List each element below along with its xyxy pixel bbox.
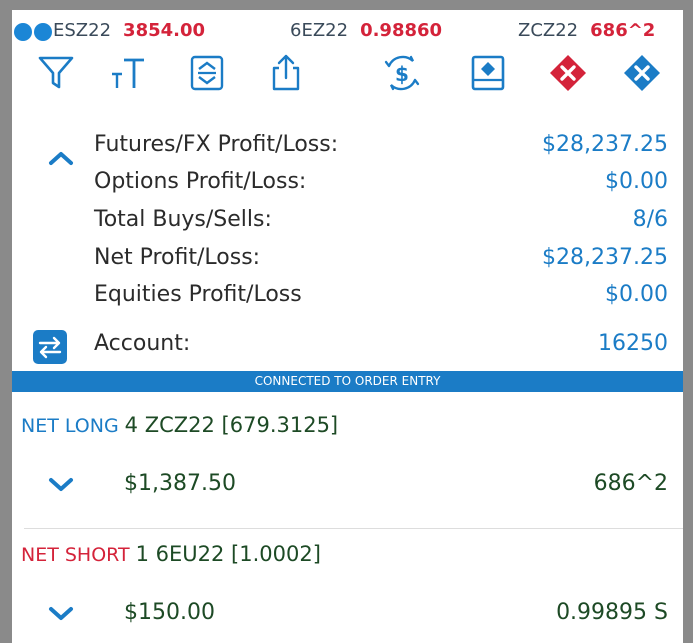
ticker-price: 3854.00 — [123, 20, 206, 41]
ticker-bar: ESZ22 3854.00 6EZ22 0.98860 ZCZ22 686^2 — [12, 10, 683, 48]
status-dot-icon — [14, 23, 32, 41]
summary-row: Account: 16250 — [12, 329, 683, 363]
summary-label: Options Profit/Loss: — [94, 169, 307, 194]
summary-row: Equities Profit/Loss $0.00 — [12, 280, 683, 314]
summary-label: Net Profit/Loss: — [94, 245, 261, 270]
ticker-item[interactable]: ZCZ22 686^2 — [518, 20, 655, 41]
order-ticket-icon[interactable] — [467, 52, 509, 94]
currency-exchange-icon[interactable]: $ — [381, 52, 423, 94]
summary-value: 16250 — [598, 331, 668, 356]
connection-dots — [14, 23, 52, 41]
switch-account-icon[interactable] — [33, 330, 67, 364]
summary-label: Futures/FX Profit/Loss: — [94, 132, 339, 157]
position-description: 1 6EU22 [1.0002] — [135, 542, 321, 566]
summary-value: $28,237.25 — [542, 132, 668, 157]
close-all-red-icon[interactable] — [547, 52, 589, 94]
share-icon[interactable] — [265, 52, 307, 94]
ticker-item[interactable]: ESZ22 3854.00 — [53, 20, 205, 41]
status-dot-icon — [34, 23, 52, 41]
text-size-icon[interactable] — [108, 52, 150, 94]
summary-label: Total Buys/Sells: — [94, 207, 272, 232]
divider — [24, 528, 683, 529]
cancel-all-blue-icon[interactable] — [621, 52, 663, 94]
position-description: 4 ZCZ22 [679.3125] — [124, 413, 339, 437]
position-detail-row: $150.00 0.99895 S — [12, 594, 683, 634]
summary-row: Total Buys/Sells: 8/6 — [12, 205, 683, 239]
position-last-price: 0.99895 S — [556, 600, 668, 625]
svg-text:$: $ — [395, 62, 409, 86]
app-screen: ESZ22 3854.00 6EZ22 0.98860 ZCZ22 686^2 $ — [12, 10, 683, 643]
position-header[interactable]: NET SHORT 1 6EU22 [1.0002] — [21, 542, 321, 566]
summary-row: Options Profit/Loss: $0.00 — [12, 167, 683, 201]
summary-label: Account: — [94, 331, 191, 356]
summary-row: Net Profit/Loss: $28,237.25 — [12, 243, 683, 277]
summary-value: $28,237.25 — [542, 245, 668, 270]
summary-row: Futures/FX Profit/Loss: $28,237.25 — [12, 130, 683, 164]
connection-status-bar: CONNECTED TO ORDER ENTRY — [12, 371, 683, 392]
ticker-price: 0.98860 — [360, 20, 443, 41]
position-side: NET LONG — [21, 415, 119, 437]
ticker-symbol: ZCZ22 — [518, 20, 579, 41]
chevron-down-icon[interactable] — [48, 606, 74, 622]
ticker-price: 686^2 — [590, 20, 656, 41]
chevron-down-icon[interactable] — [48, 477, 74, 493]
position-pl: $1,387.50 — [124, 471, 236, 496]
ticker-symbol: ESZ22 — [53, 20, 112, 41]
summary-label: Equities Profit/Loss — [94, 282, 302, 307]
summary-value: $0.00 — [605, 169, 668, 194]
position-side: NET SHORT — [21, 544, 130, 566]
ticker-symbol: 6EZ22 — [290, 20, 349, 41]
summary-value: $0.00 — [605, 282, 668, 307]
ticker-item[interactable]: 6EZ22 0.98860 — [290, 20, 442, 41]
position-header[interactable]: NET LONG 4 ZCZ22 [679.3125] — [21, 413, 338, 437]
toolbar: $ — [12, 50, 683, 100]
filter-icon[interactable] — [35, 52, 77, 94]
position-last-price: 686^2 — [593, 471, 668, 496]
summary-value: 8/6 — [632, 207, 668, 232]
position-pl: $150.00 — [124, 600, 215, 625]
position-detail-row: $1,387.50 686^2 — [12, 465, 683, 505]
expand-collapse-icon[interactable] — [186, 52, 228, 94]
